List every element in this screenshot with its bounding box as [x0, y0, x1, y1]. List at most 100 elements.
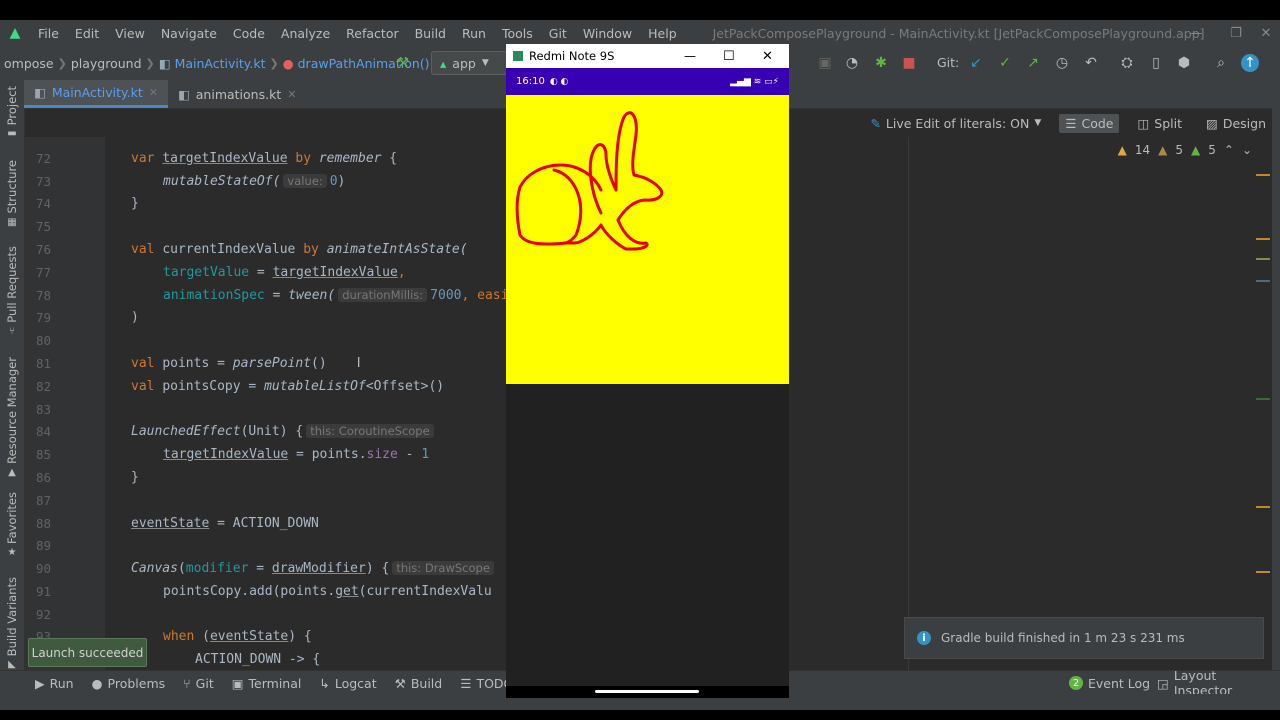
view-mode-split[interactable]: ◫ Split [1131, 114, 1188, 133]
chevron-down-icon[interactable]: ⌄ [1242, 143, 1252, 157]
code-line[interactable]: 75 [25, 215, 105, 238]
tool-window-resource-manager[interactable]: Resource Manager ▲ [0, 357, 24, 478]
update-icon[interactable]: ↑ [1241, 54, 1259, 72]
code-line[interactable]: 73 mutableStateOf(value: 0) [25, 170, 345, 193]
code-line[interactable]: 74} [25, 192, 139, 215]
close-window-icon[interactable]: ✕ [1246, 20, 1280, 46]
view-mode-code[interactable]: ☰ Code [1059, 113, 1120, 133]
code-line[interactable]: 89 [25, 534, 105, 557]
code-line[interactable]: 79) [25, 306, 139, 329]
view-mode-design[interactable]: ▨ Design [1200, 114, 1272, 133]
code-line[interactable]: 84 LaunchedEffect(Unit) {this: CoroutineS… [25, 420, 437, 443]
tool-terminal[interactable]: ▣ Terminal [223, 676, 311, 691]
code-line[interactable]: 86} [25, 466, 139, 489]
breadcrumb-file[interactable]: ◧ MainActivity.kt [155, 56, 270, 71]
chevron-up-icon[interactable]: ⌃ [1224, 143, 1234, 157]
menu-code[interactable]: Code [225, 26, 273, 41]
search-icon[interactable]: ⌕ [1212, 54, 1230, 72]
tool-logcat[interactable]: ↳ Logcat [310, 676, 385, 691]
build-notification[interactable]: i Gradle build finished in 1 m 23 s 231 … [904, 617, 1264, 659]
error-stripe-marker[interactable] [1256, 280, 1270, 282]
breadcrumb-package[interactable]: playground [67, 56, 146, 71]
close-tab-icon[interactable]: ✕ [149, 86, 158, 99]
menu-git[interactable]: Git [541, 26, 575, 41]
signal-wifi-battery-icon: ▂▄▆ ≋ ▭⚡ [730, 76, 779, 87]
rollback-icon[interactable]: ↶ [1082, 54, 1100, 72]
tool-window-project[interactable]: Project ▬ [0, 86, 24, 139]
code-line[interactable]: 80 [25, 329, 105, 352]
error-stripe-marker[interactable] [1256, 258, 1270, 260]
minimize-icon[interactable]: — [684, 49, 696, 63]
tool-git[interactable]: ⑂ Git [174, 676, 223, 691]
error-stripe-marker[interactable] [1256, 174, 1270, 176]
device-icon[interactable]: ▯ [1147, 54, 1165, 72]
menu-analyze[interactable]: Analyze [273, 26, 338, 41]
tool-run[interactable]: ▶ Run [26, 676, 83, 691]
code-line[interactable]: 87 [25, 489, 105, 512]
menu-run[interactable]: Run [454, 26, 494, 41]
maximize-icon[interactable]: ☐ [723, 49, 735, 64]
breadcrumb-module[interactable]: ompose [0, 56, 58, 71]
stop-icon[interactable]: ■ [900, 54, 918, 72]
tool-window-pull-requests[interactable]: Pull Requests ⑂ [0, 246, 24, 337]
build-hammer-icon[interactable]: ⚒ [394, 54, 412, 72]
profiler-icon[interactable]: ◔ [843, 54, 861, 72]
tool-window-favorites[interactable]: Favorites ★ [0, 492, 24, 558]
menu-navigate[interactable]: Navigate [153, 26, 225, 41]
tab-animations[interactable]: ◧ animations.kt ✕ [168, 80, 307, 108]
compose-canvas[interactable] [506, 95, 789, 384]
emulator-title-bar: Redmi Note 9S — ☐ ✕ [506, 44, 789, 68]
emulator-window[interactable]: Redmi Note 9S — ☐ ✕ 16:10 ◐ ◐ ▂▄▆ ≋ ▭⚡ [506, 44, 789, 698]
menu-build[interactable]: Build [407, 26, 454, 41]
tool-event-log[interactable]: 2 Event Log [1060, 676, 1159, 691]
close-window-icon[interactable]: ✕ [762, 49, 773, 64]
menu-refactor[interactable]: Refactor [338, 26, 406, 41]
error-stripe-marker[interactable] [1256, 506, 1270, 508]
inspection-widget[interactable]: ▲ 14 ▲ 5 ▲ 5 ⌃ ⌄ [1000, 137, 1272, 167]
code-line[interactable]: 88 eventState = ACTION_DOWN [25, 512, 319, 535]
tool-window-structure[interactable]: Structure ▦ [0, 160, 24, 228]
code-line[interactable]: 82 val pointsCopy = mutableListOf<Offset>… [25, 375, 444, 398]
error-stripe-marker[interactable] [1256, 571, 1270, 573]
launch-status-balloon[interactable]: Launch succeeded [28, 638, 147, 667]
menu-view[interactable]: View [107, 26, 153, 41]
code-line[interactable]: 92 [25, 603, 105, 626]
history-icon[interactable]: ◷ [1053, 54, 1071, 72]
tool-window-build-variants[interactable]: Build Variants ◣ [0, 577, 24, 670]
error-stripe-marker[interactable] [1256, 238, 1270, 240]
code-token: ) [337, 174, 346, 189]
menu-edit[interactable]: Edit [67, 26, 107, 41]
code-line[interactable]: 76 val currentIndexValue by animateIntAsS… [25, 238, 468, 261]
git-update-icon[interactable]: ↙ [967, 54, 985, 72]
run-configuration-select[interactable]: ▴ app ▼ [431, 51, 507, 75]
git-push-icon[interactable]: ↗ [1024, 54, 1042, 72]
debug-icon[interactable]: ✱ [872, 54, 890, 72]
minimize-icon[interactable]: — [1176, 20, 1216, 46]
sdk-manager-icon[interactable]: ⬢ [1175, 54, 1193, 72]
tool-build[interactable]: ⚒ Build [386, 676, 452, 691]
logcat-icon: ↳ [319, 675, 330, 691]
code-line[interactable]: 85 targetIndexValue = points.size - 1 [25, 443, 429, 466]
live-edit-toggle[interactable]: ✎ Live Edit of literals: ON ▼ [864, 114, 1047, 133]
tool-problems[interactable]: ● Problems [83, 676, 175, 691]
menu-help[interactable]: Help [640, 26, 685, 41]
code-line[interactable]: 78 animationSpec = tween(durationMillis: 7… [25, 284, 508, 307]
sync-icon[interactable]: ▣ [816, 54, 834, 72]
code-line[interactable]: 72 var targetIndexValue by remember { [25, 147, 397, 170]
menu-window[interactable]: Window [575, 26, 640, 41]
tab-mainactivity[interactable]: ◧ MainActivity.kt ✕ [24, 80, 168, 108]
close-tab-icon[interactable]: ✕ [287, 88, 296, 101]
code-line[interactable]: 90 Canvas(modifier = drawModifier) {this:… [25, 557, 497, 580]
git-commit-icon[interactable]: ✓ [996, 54, 1014, 72]
code-line[interactable]: 77 targetValue = targetIndexValue, [25, 261, 406, 284]
code-token: val [131, 379, 155, 394]
line-number: 85 [35, 447, 51, 462]
code-line[interactable]: 81 val points = parsePoint() I [25, 352, 361, 375]
menu-tools[interactable]: Tools [494, 26, 541, 41]
menu-file[interactable]: File [30, 26, 67, 41]
home-indicator[interactable] [595, 690, 699, 693]
code-line[interactable]: 83 [25, 398, 105, 421]
code-line[interactable]: 91 pointsCopy.add(points.get(currentIndex… [25, 580, 492, 603]
error-stripe-marker[interactable] [1256, 398, 1270, 400]
device-manager-icon[interactable]: ⛭ [1118, 54, 1136, 72]
